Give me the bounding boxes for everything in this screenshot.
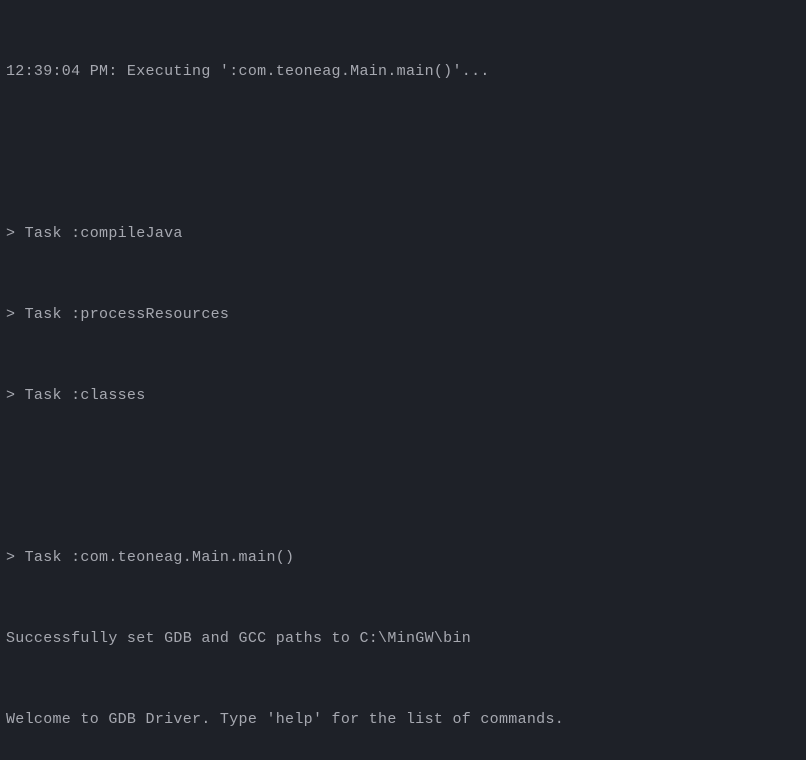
console-output[interactable]: 12:39:04 PM: Executing ':com.teoneag.Mai… [6,4,800,760]
console-line-task-compile: > Task :compileJava [6,220,800,247]
console-blank-line [6,139,800,166]
console-blank-line [6,463,800,490]
console-line-paths: Successfully set GDB and GCC paths to C:… [6,625,800,652]
console-line-task-resources: > Task :processResources [6,301,800,328]
console-line-welcome: Welcome to GDB Driver. Type 'help' for t… [6,706,800,733]
console-line-task-main: > Task :com.teoneag.Main.main() [6,544,800,571]
console-line-timestamp: 12:39:04 PM: Executing ':com.teoneag.Mai… [6,58,800,85]
console-line-task-classes: > Task :classes [6,382,800,409]
